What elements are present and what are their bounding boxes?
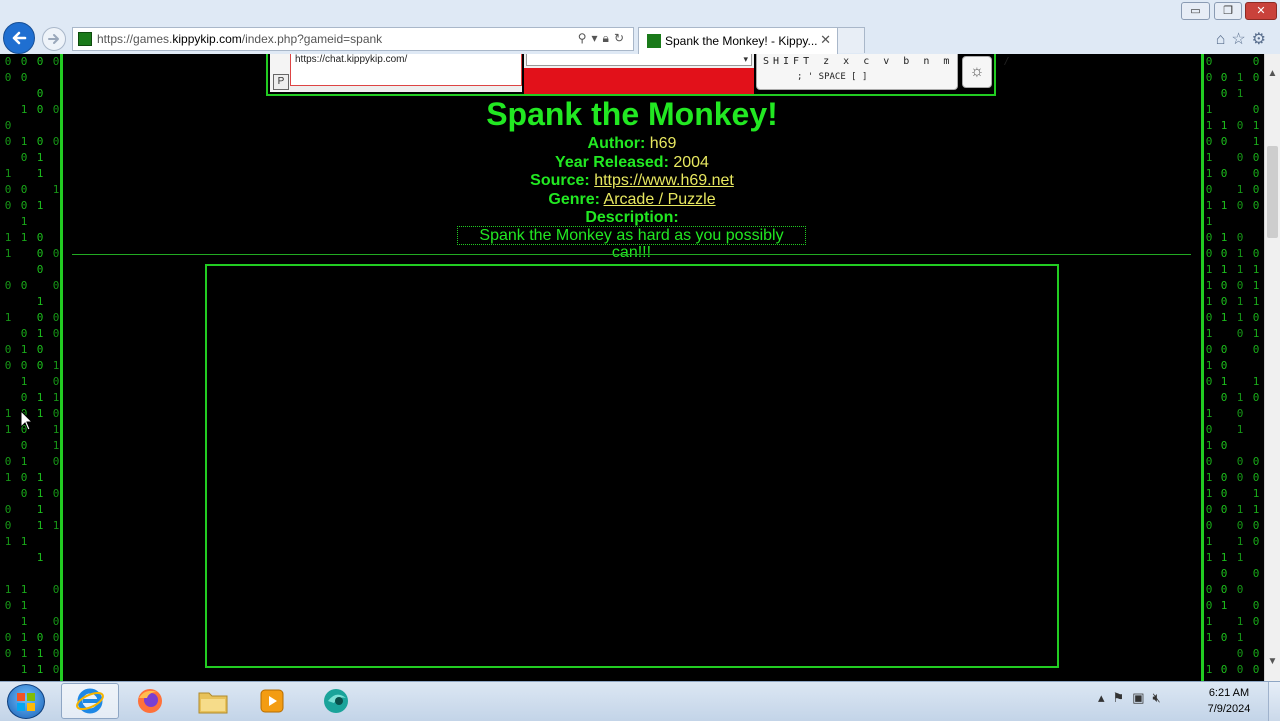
scroll-up-icon[interactable]: ▲ (1265, 68, 1280, 79)
author-label: Author: (587, 135, 646, 152)
folder-icon (198, 692, 228, 714)
address-bar[interactable]: https://games.kippykip.com/index.php?gam… (72, 27, 634, 51)
toolbar-left-panel: P (270, 54, 291, 92)
show-desktop-button[interactable] (1268, 682, 1280, 721)
tab-favicon-icon (647, 34, 661, 48)
author-value: h69 (649, 135, 677, 152)
url-domain: kippykip.com (172, 32, 242, 46)
on-screen-keyboard[interactable]: SHIFT z x c v b n m , . / ; ' SPACE [ ] (756, 54, 1010, 90)
toolbar-select[interactable]: ▾ (526, 54, 752, 66)
description-label: Description: (585, 209, 679, 226)
dropdown-icon[interactable]: ▾ (592, 31, 603, 45)
author-line: Author: h69 (0, 134, 1264, 153)
volume-muted-icon[interactable]: 🔇︎ (1152, 690, 1168, 705)
globe-app-icon (324, 689, 348, 713)
description-text: Spank the Monkey as hard as you possibly… (457, 226, 806, 261)
browser-tab[interactable]: Spank the Monkey! - Kippy... ✕ (638, 27, 838, 54)
forward-button[interactable] (42, 27, 66, 51)
lock-icon[interactable]: 🔒︎ (603, 31, 614, 45)
url-prefix: https://games. (97, 32, 173, 46)
genre-link[interactable]: Arcade / Puzzle (604, 191, 716, 208)
chat-input-bottom (290, 86, 522, 92)
back-arrow-icon (12, 31, 27, 45)
red-color-bar (524, 68, 754, 94)
action-center-flag-icon[interactable]: ⚑ (1113, 690, 1133, 705)
home-icon[interactable]: ⌂ (1216, 31, 1232, 48)
taskbar-file-explorer[interactable] (184, 683, 242, 719)
browser-right-icons: ⌂☆⚙ (1216, 29, 1272, 49)
tab-title: Spank the Monkey! - Kippy... (665, 34, 818, 48)
scroll-down-icon[interactable]: ▼ (1265, 656, 1280, 667)
genre-label: Genre: (548, 191, 600, 208)
refresh-icon[interactable]: ↻ (614, 31, 629, 45)
year-line: Year Released: 2004 (0, 153, 1264, 172)
divider (72, 254, 1191, 255)
source-line: Source: https://www.h69.net (0, 171, 1264, 190)
address-bar-icons: ⚲▾🔒︎↻ (578, 31, 629, 46)
chat-toolbar: P https://chat.kippykip.com/ ▾ SHIFT z x… (266, 54, 1010, 96)
settings-gear-icon[interactable]: ⚙ (1252, 31, 1272, 48)
firefox-icon (138, 689, 162, 713)
game-title: Spank the Monkey! (486, 96, 778, 132)
page-viewport: 0 0 0 0 1 0 0 1 1 0 1 0 0 1 1 0 1 0 0 1 … (0, 54, 1264, 681)
taskbar-browser-app[interactable] (307, 683, 365, 719)
windows-logo-icon (17, 692, 35, 711)
p-button[interactable]: P (273, 74, 289, 90)
minimize-button[interactable]: ▭ (1181, 2, 1210, 20)
clock-time: 6:21 AM (1208, 687, 1250, 699)
description-line: Description: (0, 208, 1264, 227)
search-icon[interactable]: ⚲ (578, 31, 592, 45)
clock-date: 7/9/2024 (1207, 703, 1251, 715)
toolbar-settings-icon[interactable]: ☼ (962, 56, 992, 88)
close-window-button[interactable]: ✕ (1245, 2, 1277, 20)
chat-url-input[interactable]: https://chat.kippykip.com/ (290, 54, 522, 86)
vertical-scrollbar[interactable]: ▲ ▼ (1264, 54, 1280, 681)
taskbar-firefox[interactable] (121, 683, 179, 719)
scroll-thumb[interactable] (1267, 146, 1278, 238)
forward-arrow-icon (48, 34, 59, 44)
system-tray: ▴⚑▣🔇︎ (1098, 690, 1169, 706)
source-link[interactable]: https://www.h69.net (594, 172, 734, 189)
media-player-icon (260, 689, 284, 713)
tray-expand-icon[interactable]: ▴ (1098, 690, 1113, 705)
maximize-button[interactable]: ❐ (1214, 2, 1242, 20)
favorites-star-icon[interactable]: ☆ (1231, 31, 1251, 48)
new-tab-button[interactable] (838, 27, 865, 53)
browser-chrome: ▭ ❐ ✕ https://games.kippykip.com/index.p… (0, 0, 1280, 55)
genre-line: Genre: Arcade / Puzzle (0, 190, 1264, 209)
keyboard-row-2: ; ' SPACE [ ] (797, 72, 868, 82)
internet-explorer-icon (76, 688, 104, 714)
taskbar-media-player[interactable] (243, 683, 301, 719)
start-button[interactable] (7, 684, 45, 719)
year-value: 2004 (673, 154, 709, 171)
year-label: Year Released: (555, 154, 669, 171)
taskbar: ▴⚑▣🔇︎ 6:21 AM 7/9/2024 (0, 681, 1280, 721)
game-frame[interactable] (205, 264, 1059, 668)
taskbar-internet-explorer[interactable] (61, 683, 119, 719)
network-icon[interactable]: ▣ (1132, 690, 1152, 705)
url-path: /index.php?gameid=spank (241, 32, 383, 46)
address-url[interactable]: https://games.kippykip.com/index.php?gam… (97, 32, 382, 46)
site-favicon-icon (78, 32, 92, 46)
back-button[interactable] (3, 22, 35, 54)
source-label: Source: (530, 172, 590, 189)
toolbar-middle: ▾ (524, 54, 754, 94)
tab-close-icon[interactable]: ✕ (820, 32, 831, 48)
clock[interactable]: 6:21 AM 7/9/2024 (1198, 685, 1260, 717)
mouse-cursor-icon (20, 410, 34, 431)
